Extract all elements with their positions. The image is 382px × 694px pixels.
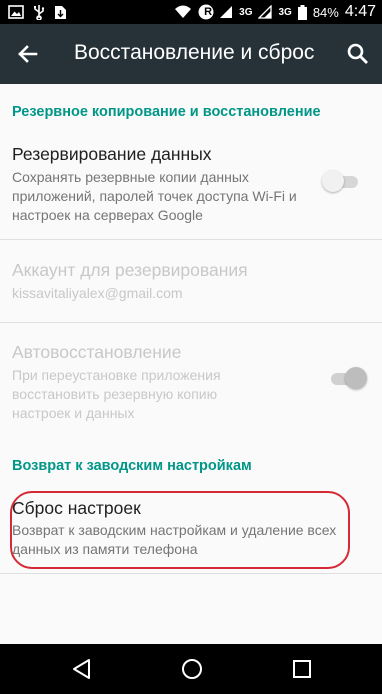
backup-data-toggle[interactable] (322, 170, 362, 192)
reset-section-header: Возврат к заводским настройкам (12, 458, 252, 474)
triangle-back-icon[interactable] (71, 658, 93, 680)
signal-icon-1 (219, 5, 233, 19)
downloaded-file-icon (54, 5, 67, 20)
toggle-thumb (345, 367, 367, 389)
auto-restore-toggle (327, 367, 367, 389)
backup-account-title: Аккаунт для резервирования (12, 260, 248, 280)
auto-restore-summary: При переустановке приложения восстановит… (12, 367, 221, 421)
navigation-bar (0, 644, 382, 694)
usb-icon (32, 4, 46, 20)
clock: 4:47 (344, 3, 376, 20)
image-notification-icon (8, 5, 24, 19)
network-type-1: 3G (239, 6, 253, 18)
system-indicators: R 3G 3G 84% 4:47 (174, 0, 376, 24)
notification-icons (0, 4, 67, 20)
divider (0, 322, 382, 323)
roaming-label: R (204, 6, 213, 18)
network-type-2: 3G (278, 6, 292, 18)
page-title: Восстановление и сброс (74, 41, 315, 64)
screen: R 3G 3G 84% 4:47 Восстановление и сброс (0, 0, 382, 694)
backup-data-summary: Сохранять резервные копии данных приложе… (12, 169, 297, 223)
app-bar: Восстановление и сброс (0, 24, 382, 84)
settings-list: Резервное копирование и восстановление Р… (0, 84, 382, 644)
signal-icon-2 (258, 5, 273, 19)
arrow-left-icon[interactable] (14, 40, 42, 68)
toggle-thumb (322, 170, 344, 192)
auto-restore-title: Автовосстановление (12, 342, 182, 362)
backup-data-title: Резервирование данных (12, 144, 212, 164)
battery-icon (297, 4, 307, 20)
circle-home-icon[interactable] (181, 658, 203, 680)
factory-reset-summary: Возврат к заводским настройкам и удалени… (12, 522, 337, 557)
status-bar: R 3G 3G 84% 4:47 (0, 0, 382, 24)
divider (0, 239, 382, 240)
factory-reset-title: Сброс настроек (12, 498, 141, 518)
search-icon[interactable] (344, 40, 372, 68)
battery-percent: 84% (312, 4, 339, 20)
square-recents-icon[interactable] (291, 658, 313, 680)
backup-account-email: kissavitaliyalex@gmail.com (12, 285, 183, 301)
backup-section-header: Резервное копирование и восстановление (12, 104, 321, 120)
wifi-icon (174, 5, 192, 19)
divider (0, 573, 382, 574)
